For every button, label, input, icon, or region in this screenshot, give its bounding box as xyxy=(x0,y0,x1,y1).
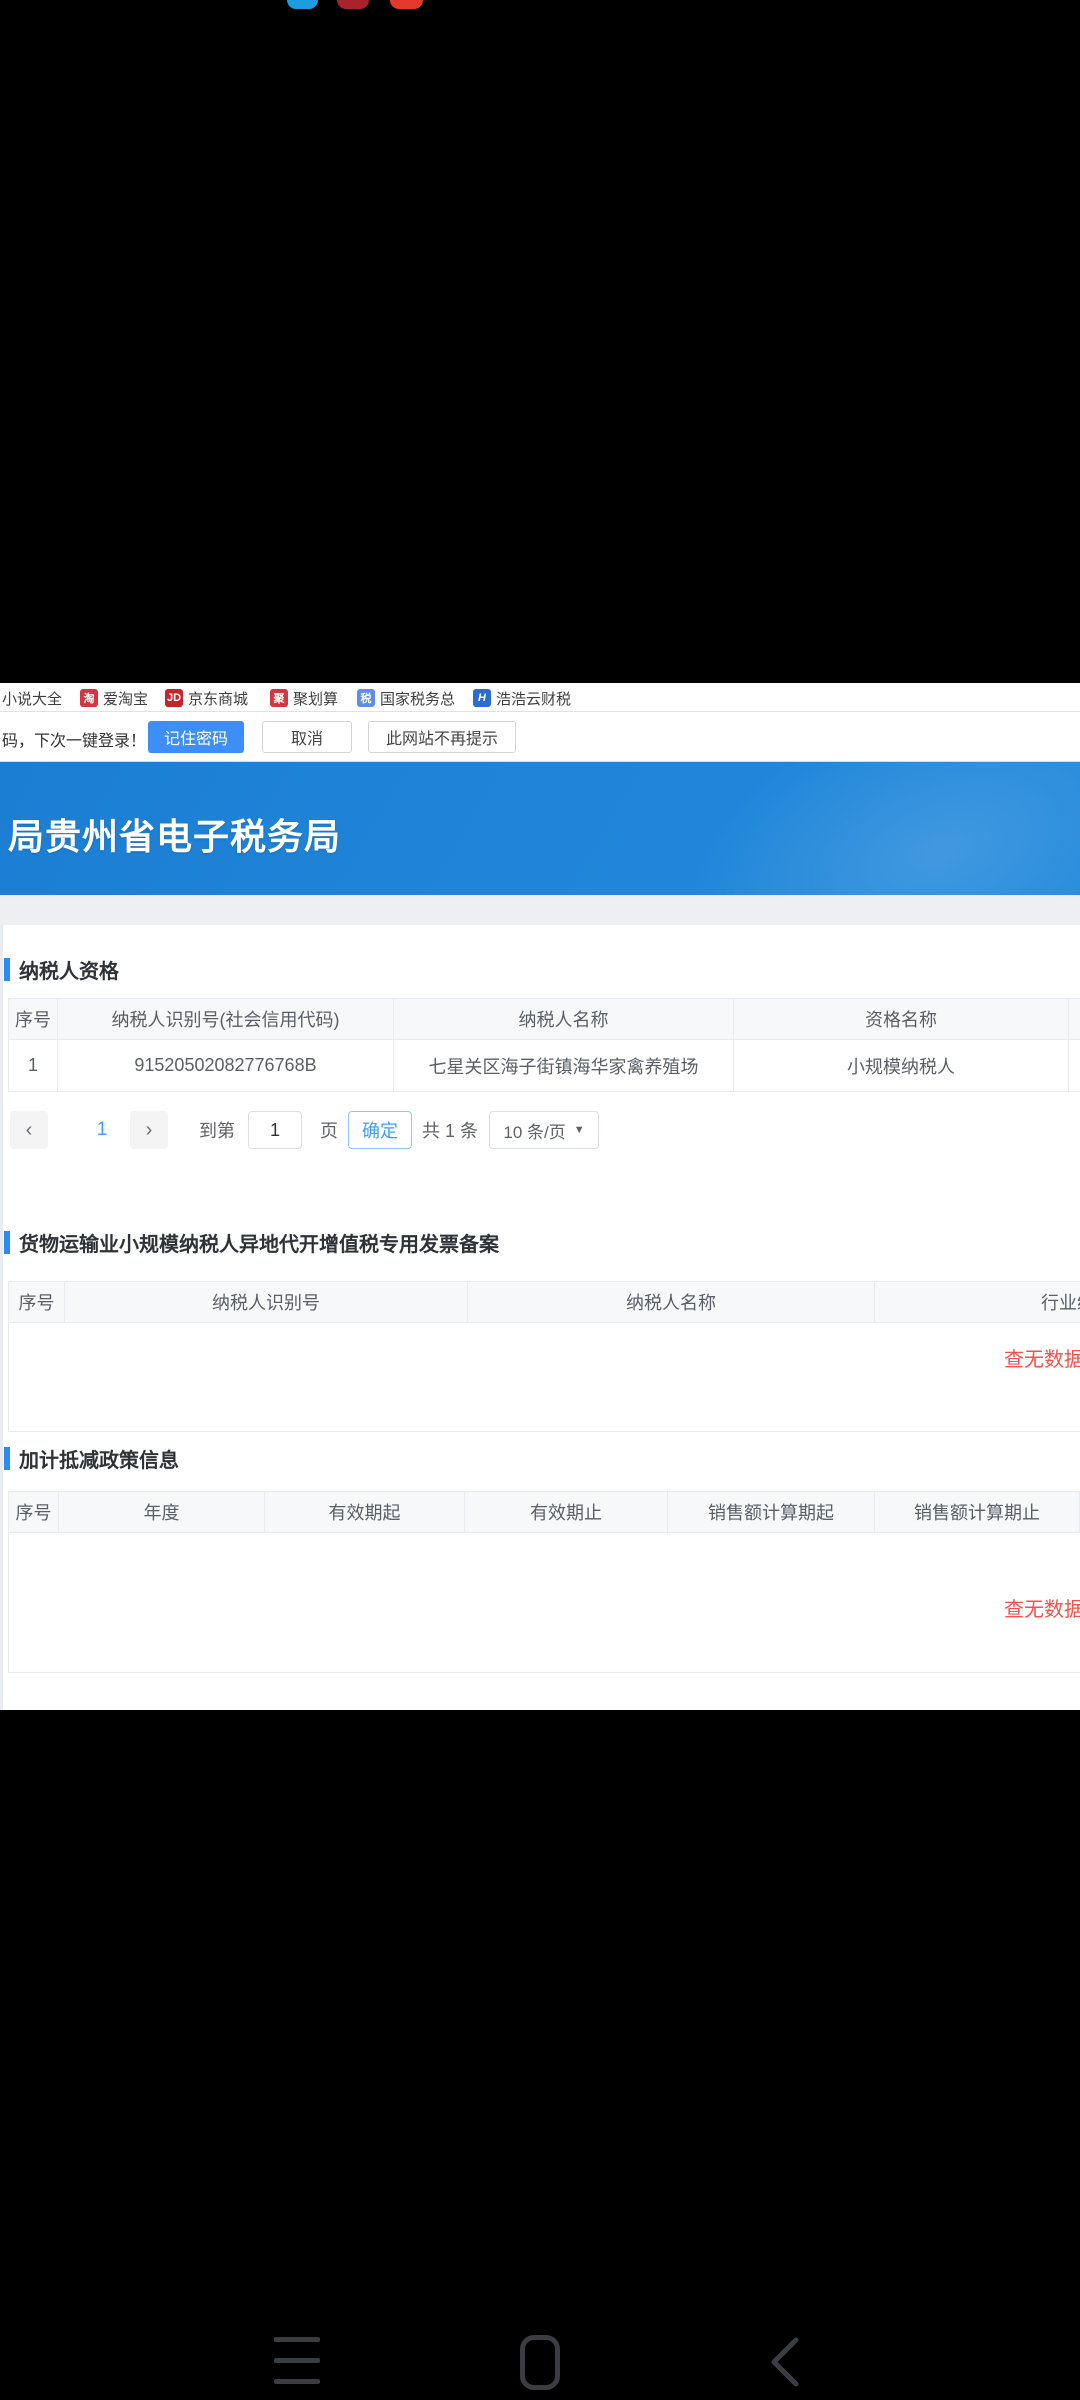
confirm-page-button[interactable]: 确定 xyxy=(348,1111,412,1149)
password-prompt-message: 码，下次一键登录！ xyxy=(2,727,146,751)
column-header: 序号 xyxy=(8,1491,59,1533)
pagination: ‹ 1 › 到第 页 确定 共 1 条 10 条/页 ▼ xyxy=(8,1111,1078,1151)
bookmark-haohao-cloud[interactable]: H 浩浩云财税 xyxy=(473,685,571,711)
section-title-deduction-policy: 加计抵减政策信息 xyxy=(4,1444,179,1472)
section-title-taxpayer-qualification: 纳税人资格 xyxy=(4,955,119,983)
bookmark-xiaoshuodaquan[interactable]: 小说大全 xyxy=(2,685,62,711)
table-header-row: 序号 年度 有效期起 有效期止 销售额计算期起 销售额计算期止 xyxy=(8,1491,1080,1533)
cancel-button[interactable]: 取消 xyxy=(262,721,352,753)
table-empty-body: 查无数据 xyxy=(8,1533,1080,1673)
cell-taxpayer-name: 七星关区海子街镇海华家禽养殖场 xyxy=(394,1040,734,1092)
current-page-number[interactable]: 1 xyxy=(86,1111,118,1149)
section-accent-bar xyxy=(4,958,10,981)
goto-page-suffix: 页 xyxy=(320,1111,338,1149)
page-number-input[interactable] xyxy=(248,1111,302,1149)
page-size-select[interactable]: 10 条/页 ▼ xyxy=(489,1111,599,1149)
section-title-freight-filing: 货物运输业小规模纳税人异地代开增值税专用发票备案 xyxy=(4,1228,499,1256)
column-header: 有效期起 xyxy=(265,1491,465,1533)
darkred-app-icon xyxy=(337,0,369,9)
recents-menu-icon[interactable] xyxy=(274,2337,320,2385)
bookmark-jd[interactable]: JD 京东商城 xyxy=(165,685,248,711)
column-header: 销售额计算期止 xyxy=(875,1491,1080,1533)
column-header: 序号 xyxy=(8,1281,65,1323)
phone-screen: 小说大全 淘 爱淘宝 JD 京东商城 聚 聚划算 税 国家税务总 H 浩浩云财税… xyxy=(0,0,1080,2400)
dont-show-again-button[interactable]: 此网站不再提示 xyxy=(368,721,516,753)
column-header: 有效期止 xyxy=(465,1491,668,1533)
password-save-prompt: 码，下次一键登录！ 记住密码 取消 此网站不再提示 xyxy=(0,712,1080,762)
table-row: 1 91520502082776768B 七星关区海子街镇海华家禽养殖场 小规模… xyxy=(8,1040,1080,1092)
column-header: 行业编码 xyxy=(875,1281,1080,1323)
tax-bureau-icon: 税 xyxy=(357,689,375,707)
haohao-icon: H xyxy=(473,689,491,707)
column-header: 纳税人名称 xyxy=(394,998,734,1040)
table-empty-body: 查无数据 xyxy=(8,1323,1080,1432)
cell-qualification-name: 小规模纳税人 xyxy=(734,1040,1069,1092)
juhuasuan-icon: 聚 xyxy=(270,689,288,707)
section-accent-bar xyxy=(4,1447,10,1470)
site-header: 局贵州省电子税务局 xyxy=(0,762,1080,895)
bookmark-label: 国家税务总 xyxy=(380,688,455,709)
page-size-value: 10 条/页 xyxy=(503,1118,565,1143)
taxpayer-qualification-table: 序号 纳税人识别号(社会信用代码) 纳税人名称 资格名称 1 915205020… xyxy=(8,998,1080,1092)
column-header-clipped xyxy=(1069,998,1080,1040)
bookmark-label: 聚划算 xyxy=(293,688,338,709)
column-header: 年度 xyxy=(59,1491,265,1533)
goto-page-prefix: 到第 xyxy=(199,1111,235,1149)
bookmark-tax-bureau[interactable]: 税 国家税务总 xyxy=(357,685,455,711)
bookmark-label: 浩浩云财税 xyxy=(496,688,571,709)
header-decoration xyxy=(646,762,1080,895)
bookmark-label: 京东商城 xyxy=(188,688,248,709)
column-header: 纳税人识别号(社会信用代码) xyxy=(58,998,394,1040)
chevron-down-icon: ▼ xyxy=(574,1124,585,1136)
section-title-text: 纳税人资格 xyxy=(19,955,119,984)
red-app-icon xyxy=(390,0,423,9)
bookmarks-bar: 小说大全 淘 爱淘宝 JD 京东商城 聚 聚划算 税 国家税务总 H 浩浩云财税 xyxy=(0,683,1080,712)
column-header: 纳税人名称 xyxy=(468,1281,875,1323)
bookmark-label: 小说大全 xyxy=(2,688,62,709)
remember-password-button[interactable]: 记住密码 xyxy=(148,721,244,753)
no-data-text: 查无数据 xyxy=(1004,1593,1080,1622)
deduction-policy-table: 序号 年度 有效期起 有效期止 销售额计算期起 销售额计算期止 查无数据 xyxy=(8,1491,1080,1673)
total-count-label: 共 1 条 xyxy=(422,1111,478,1149)
content-card: 纳税人资格 序号 纳税人识别号(社会信用代码) 纳税人名称 资格名称 1 915… xyxy=(3,925,1080,1710)
prev-page-button[interactable]: ‹ xyxy=(10,1111,48,1149)
section-title-text: 货物运输业小规模纳税人异地代开增值税专用发票备案 xyxy=(19,1228,499,1257)
section-title-text: 加计抵减政策信息 xyxy=(19,1444,179,1473)
page-background-gap xyxy=(0,895,1080,925)
site-title: 局贵州省电子税务局 xyxy=(8,808,341,860)
table-header-row: 序号 纳税人识别号(社会信用代码) 纳税人名称 资格名称 xyxy=(8,998,1080,1040)
back-icon[interactable] xyxy=(766,2336,802,2388)
cell-index: 1 xyxy=(8,1040,58,1092)
jd-icon: JD xyxy=(165,689,183,707)
home-icon[interactable] xyxy=(520,2335,560,2390)
cell-taxpayer-id: 91520502082776768B xyxy=(58,1040,394,1092)
blue-app-icon xyxy=(287,0,318,9)
column-header: 资格名称 xyxy=(734,998,1069,1040)
table-header-row: 序号 纳税人识别号 纳税人名称 行业编码 xyxy=(8,1281,1080,1323)
taobao-icon: 淘 xyxy=(80,689,98,707)
freight-filing-table: 序号 纳税人识别号 纳税人名称 行业编码 查无数据 xyxy=(8,1281,1080,1432)
section-accent-bar xyxy=(4,1231,10,1254)
column-header: 销售额计算期起 xyxy=(668,1491,875,1533)
next-page-button[interactable]: › xyxy=(130,1111,168,1149)
bookmark-label: 爱淘宝 xyxy=(103,688,148,709)
column-header: 序号 xyxy=(8,998,58,1040)
no-data-text: 查无数据 xyxy=(1004,1343,1080,1372)
cell-clipped xyxy=(1069,1040,1080,1092)
bookmark-aitaobao[interactable]: 淘 爱淘宝 xyxy=(80,685,148,711)
bookmark-juhuasuan[interactable]: 聚 聚划算 xyxy=(270,685,338,711)
column-header: 纳税人识别号 xyxy=(65,1281,468,1323)
